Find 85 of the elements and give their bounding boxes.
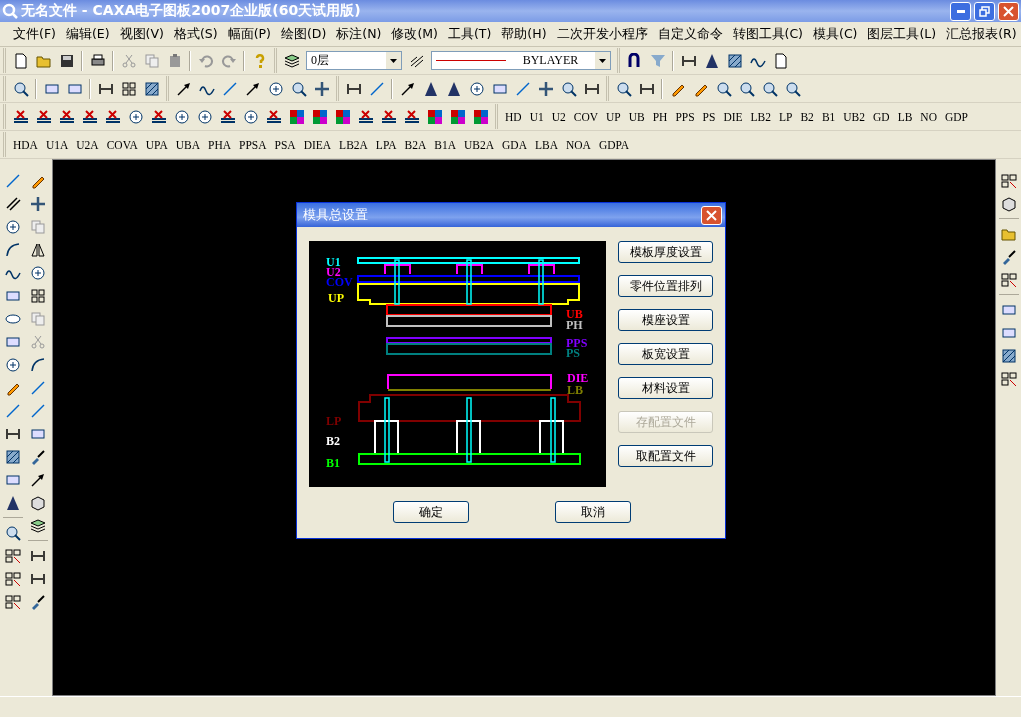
close-button[interactable]	[998, 1, 1019, 21]
plate-label: PH	[566, 318, 583, 332]
restore-button[interactable]	[974, 1, 995, 21]
part-button[interactable]: PSA	[270, 133, 300, 156]
plate-label: LP	[326, 414, 342, 428]
menu-item[interactable]: 自定义命令	[652, 25, 728, 43]
part-button[interactable]: NO	[916, 105, 941, 128]
close-icon	[1003, 5, 1014, 17]
part-button[interactable]: U1A	[41, 133, 73, 156]
part-button[interactable]: B1A	[430, 133, 460, 156]
plate-label: B2	[326, 434, 340, 448]
part-button[interactable]: COV	[569, 105, 603, 128]
part-button[interactable]: PHA	[204, 133, 236, 156]
part-button[interactable]: UB	[624, 105, 649, 128]
menu-item[interactable]: 汇总报表(R)	[941, 25, 1021, 43]
layer-dropdown[interactable]: 0层	[306, 51, 402, 70]
plate-label: DIE	[567, 371, 589, 385]
part-button[interactable]: PH	[648, 105, 672, 128]
part-button[interactable]: UPA	[141, 133, 172, 156]
part-button[interactable]: PS	[698, 105, 720, 128]
menu-item[interactable]: 修改(M)	[386, 25, 443, 43]
dialog-button[interactable]: 零件位置排列	[618, 275, 713, 297]
part-button[interactable]: B2A	[400, 133, 431, 156]
part-button[interactable]: PPSA	[235, 133, 271, 156]
menu-item[interactable]: 工具(T)	[442, 25, 497, 43]
plate-label: UB	[566, 307, 583, 321]
window-title: 无名文件 - CAXA电子图板2007企业版(60天试用版)	[21, 2, 362, 20]
ok-button[interactable]: 确定	[393, 501, 469, 523]
menu-item[interactable]: 视图(V)	[114, 25, 169, 43]
minimize-button[interactable]	[950, 1, 971, 21]
menu-item[interactable]: 文件(F)	[8, 25, 61, 43]
part-button[interactable]: GDA	[498, 133, 531, 156]
part-button[interactable]: HD	[501, 105, 526, 128]
menu-item[interactable]: 绘图(D)	[275, 25, 332, 43]
part-button[interactable]: LPA	[371, 133, 401, 156]
menu-item[interactable]: 转图工具(C)	[727, 25, 808, 43]
dialog-button[interactable]: 模板厚度设置	[618, 241, 713, 263]
part-button[interactable]: HDA	[9, 133, 42, 156]
menu-item[interactable]: 图层工具(L)	[862, 25, 942, 43]
app-logo-icon	[2, 3, 18, 19]
minimize-icon	[956, 9, 965, 13]
dialog-button[interactable]: 模座设置	[618, 309, 713, 331]
menu-item[interactable]: 格式(S)	[168, 25, 223, 43]
close-icon	[706, 209, 717, 221]
dialog-title: 模具总设置	[303, 206, 369, 224]
menu-item[interactable]: 帮助(H)	[496, 25, 552, 43]
dialog-button[interactable]: 取配置文件	[618, 445, 713, 467]
close-button[interactable]	[701, 205, 722, 225]
part-button[interactable]: B2	[796, 105, 818, 128]
part-button[interactable]: LB2A	[335, 133, 372, 156]
part-button[interactable]: LB2	[746, 105, 776, 128]
part-button[interactable]: U1	[525, 105, 548, 128]
part-button[interactable]: UB2	[839, 105, 870, 128]
part-button[interactable]: GDP	[941, 105, 972, 128]
restore-icon	[979, 5, 990, 17]
dialog-button[interactable]: 材料设置	[618, 377, 713, 399]
part-button[interactable]: UB2A	[460, 133, 499, 156]
part-button[interactable]: LB	[893, 105, 917, 128]
part-button[interactable]: NOA	[561, 133, 595, 156]
part-button[interactable]: GD	[869, 105, 894, 128]
part-button[interactable]: U2A	[72, 133, 103, 156]
menu-item[interactable]: 标注(N)	[331, 25, 387, 43]
plate-label: UP	[328, 291, 344, 305]
caret-icon	[599, 58, 606, 63]
part-button[interactable]: UP	[602, 105, 625, 128]
cancel-button[interactable]: 取消	[555, 501, 631, 523]
part-button[interactable]: U2	[547, 105, 570, 128]
menu-item[interactable]: 幅面(P)	[222, 25, 276, 43]
menu-item[interactable]: 二次开发小程序	[551, 25, 653, 43]
part-button[interactable]: LBA	[530, 133, 562, 156]
part-button[interactable]: DIE	[719, 105, 747, 128]
menu-item[interactable]: 编辑(E)	[60, 25, 115, 43]
part-button[interactable]: GDPA	[594, 133, 634, 156]
part-button[interactable]: DIEA	[299, 133, 336, 156]
plate-label: B1	[326, 456, 340, 470]
linetype-dropdown[interactable]: BYLAYER	[431, 51, 611, 70]
menu-item[interactable]: 模具(C)	[808, 25, 863, 43]
dialog-button[interactable]: 板宽设置	[618, 343, 713, 365]
part-button[interactable]: LP	[775, 105, 797, 128]
part-button[interactable]: PPS	[671, 105, 699, 128]
part-button[interactable]: B1	[817, 105, 840, 128]
part-button[interactable]: COVA	[102, 133, 142, 156]
caret-icon	[390, 58, 397, 63]
plate-label: LB	[567, 383, 583, 397]
part-button[interactable]: UBA	[171, 133, 204, 156]
